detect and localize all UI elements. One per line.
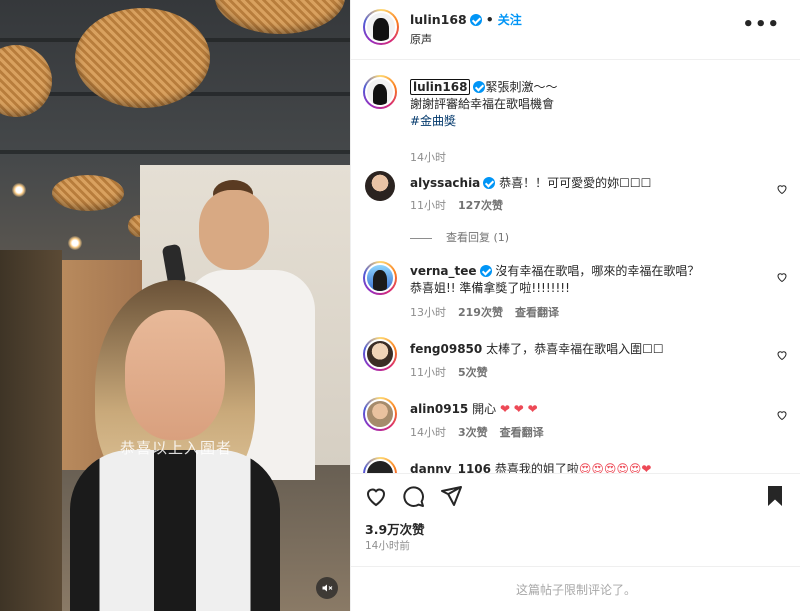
verified-icon bbox=[483, 177, 496, 189]
comment-emoji: 😍😍😍😍😍❤ bbox=[578, 462, 652, 473]
comment-item: danny_1106 恭喜我的姐了啦😍😍😍😍😍❤ bbox=[351, 457, 800, 473]
comment-meta: 11小时 5次赞 bbox=[410, 364, 500, 380]
commenter-avatar[interactable] bbox=[363, 261, 397, 295]
verified-icon bbox=[473, 81, 486, 93]
commenter-username[interactable]: verna_tee bbox=[410, 264, 477, 278]
comment-body: 恭喜我的姐了啦 bbox=[494, 462, 579, 473]
comment-item: verna_tee 沒有幸福在歌唱，哪來的幸福在歌唱？ 恭喜姐!! 準備拿獎了啦… bbox=[351, 261, 800, 326]
comment-emoji: ❤ ❤ ❤ bbox=[499, 402, 538, 416]
share-icon[interactable] bbox=[439, 484, 463, 508]
comment-time: 11小时 bbox=[410, 199, 446, 212]
caption-time: 14小时 bbox=[410, 151, 446, 164]
rattan-lamp bbox=[75, 8, 210, 108]
comments-list[interactable]: lulin168 緊張刺激～～ 謝謝評審給幸福在歌唱機會 #金曲獎 14小时 al… bbox=[351, 61, 800, 473]
post-header: lulin168 • 关注 原声 ••• bbox=[351, 0, 800, 60]
translate-button[interactable]: 查看翻译 bbox=[515, 306, 559, 319]
more-icon: ••• bbox=[742, 14, 780, 35]
view-replies-button[interactable]: 查看回复 (1) bbox=[410, 229, 509, 245]
heart-icon[interactable] bbox=[776, 349, 788, 361]
video-shelf bbox=[0, 250, 62, 611]
comment-body: 太棒了，恭喜幸福在歌唱入圍☐☐ bbox=[486, 342, 664, 356]
comment-likes[interactable]: 3次赞 bbox=[458, 426, 488, 439]
video-subtitle: 恭喜以上入圍者 bbox=[120, 439, 233, 457]
comment-text: alin0915 開心 ❤ ❤ ❤ bbox=[410, 401, 761, 418]
comment-icon[interactable] bbox=[401, 484, 425, 508]
caption-line1: 緊張刺激～～ bbox=[485, 80, 558, 94]
audio-label[interactable]: 原声 bbox=[410, 31, 432, 47]
heart-icon[interactable] bbox=[776, 271, 788, 283]
author-avatar[interactable] bbox=[363, 9, 399, 45]
woman-face bbox=[125, 310, 225, 440]
comment-text: danny_1106 恭喜我的姐了啦😍😍😍😍😍❤ bbox=[410, 461, 761, 473]
verified-icon bbox=[469, 14, 482, 26]
comment-meta: 13小时 219次赞 查看翻译 bbox=[410, 304, 571, 320]
follow-button[interactable]: 关注 bbox=[498, 13, 522, 27]
commenter-username[interactable]: alin0915 bbox=[410, 402, 468, 416]
caption-avatar[interactable] bbox=[363, 75, 397, 109]
comment-body: 沒有幸福在歌唱，哪來的幸福在歌唱？ bbox=[495, 264, 700, 278]
comment-likes[interactable]: 5次赞 bbox=[458, 366, 488, 379]
comments-limited-notice: 这篇帖子限制评论了。 bbox=[351, 566, 800, 611]
bookmark-icon[interactable] bbox=[763, 484, 787, 508]
caption-username[interactable]: lulin168 bbox=[410, 79, 471, 95]
caption-text: lulin168 緊張刺激～～ 謝謝評審給幸福在歌唱機會 #金曲獎 bbox=[410, 79, 761, 130]
post-viewer: 恭喜以上入圍者 lulin168 • 关注 原声 ••• lulin168 緊張刺激～… bbox=[0, 0, 800, 611]
woman-jacket bbox=[70, 450, 280, 611]
more-options-button[interactable]: ••• bbox=[742, 14, 780, 35]
caption-line2: 謝謝評審給幸福在歌唱機會 bbox=[410, 97, 555, 111]
likes-count[interactable]: 3.9万次赞 bbox=[365, 519, 425, 538]
comment-item: alyssachia 恭喜！！可可愛愛的妳☐☐☐ 11小时 127次赞 查看回复 … bbox=[351, 171, 800, 251]
comment-likes[interactable]: 127次赞 bbox=[458, 199, 503, 212]
heart-icon[interactable] bbox=[776, 409, 788, 421]
comment-likes[interactable]: 219次赞 bbox=[458, 306, 503, 319]
comment-meta: 11小时 127次赞 bbox=[410, 197, 515, 213]
comment-text: alyssachia 恭喜！！可可愛愛的妳☐☐☐ bbox=[410, 175, 761, 192]
stylist-head bbox=[199, 190, 269, 270]
video-player[interactable]: 恭喜以上入圍者 bbox=[0, 0, 350, 611]
comment-text: feng09850 太棒了，恭喜幸福在歌唱入圍☐☐ bbox=[410, 341, 761, 358]
separator-dot: • bbox=[485, 12, 494, 27]
post-panel: lulin168 • 关注 原声 ••• lulin168 緊張刺激～～ 謝謝評審給幸… bbox=[350, 0, 800, 611]
commenter-avatar[interactable] bbox=[365, 171, 395, 201]
video-beam bbox=[0, 150, 350, 154]
comment-time: 13小时 bbox=[410, 306, 446, 319]
comment-time: 11小时 bbox=[410, 366, 446, 379]
caption-hashtag[interactable]: #金曲獎 bbox=[410, 114, 456, 128]
rattan-lamp bbox=[52, 175, 124, 211]
mute-button[interactable] bbox=[316, 577, 338, 599]
comment-body: 開心 bbox=[472, 402, 497, 416]
commenter-username[interactable]: alyssachia bbox=[410, 176, 480, 190]
caption-meta: 14小时 bbox=[410, 149, 458, 165]
comment-body-line2: 恭喜姐!! 準備拿獎了啦!!!!!!!! bbox=[410, 281, 570, 295]
commenter-avatar[interactable] bbox=[363, 337, 397, 371]
commenter-avatar[interactable] bbox=[363, 397, 397, 431]
post-caption: lulin168 緊張刺激～～ 謝謝評審給幸福在歌唱機會 #金曲獎 14小时 bbox=[351, 73, 800, 165]
comment-item: alin0915 開心 ❤ ❤ ❤ 14小时 3次赞 查看翻译 bbox=[351, 397, 800, 447]
post-time: 14小时前 bbox=[365, 540, 410, 552]
ceiling-light bbox=[12, 183, 26, 197]
verified-icon bbox=[479, 265, 492, 277]
author-header-row: lulin168 • 关注 bbox=[410, 11, 522, 28]
comment-item: feng09850 太棒了，恭喜幸福在歌唱入圍☐☐ 11小时 5次赞 bbox=[351, 337, 800, 387]
author-username[interactable]: lulin168 bbox=[410, 12, 467, 27]
mute-icon bbox=[322, 584, 333, 592]
commenter-username[interactable]: feng09850 bbox=[410, 342, 482, 356]
commenter-username[interactable]: danny_1106 bbox=[410, 462, 491, 473]
comment-time: 14小时 bbox=[410, 426, 446, 439]
action-bar bbox=[351, 473, 800, 515]
heart-icon[interactable] bbox=[776, 183, 788, 195]
ceiling-light bbox=[68, 236, 82, 250]
heart-icon[interactable] bbox=[364, 484, 388, 508]
comment-text: verna_tee 沒有幸福在歌唱，哪來的幸福在歌唱？ 恭喜姐!! 準備拿獎了啦… bbox=[410, 263, 761, 297]
comment-meta: 14小时 3次赞 查看翻译 bbox=[410, 424, 556, 440]
comment-body: 恭喜！！可可愛愛的妳☐☐☐ bbox=[499, 176, 652, 190]
translate-button[interactable]: 查看翻译 bbox=[500, 426, 544, 439]
commenter-avatar[interactable] bbox=[363, 457, 397, 473]
